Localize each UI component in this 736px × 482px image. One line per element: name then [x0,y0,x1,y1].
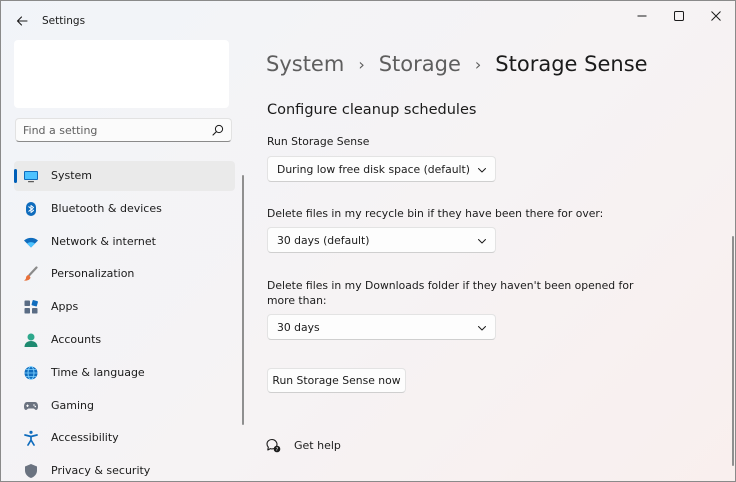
chevron-right-icon: › [358,54,365,74]
apps-icon [24,300,38,314]
sidebar-item-label: Accessibility [51,431,119,445]
dropdown-value: During low free disk space (default) [277,163,470,176]
sidebar-nav: System Bluetooth & devices Network & int… [14,161,235,481]
sidebar-item-apps[interactable]: Apps [14,292,235,322]
downloads-label-continued: more than: [267,294,327,307]
back-button[interactable] [11,10,33,32]
chevron-down-icon [478,239,486,244]
accounts-icon [24,333,38,347]
system-icon [24,171,38,183]
gamepad-icon [24,401,38,410]
sidebar-item-network[interactable]: Network & internet [14,227,235,257]
get-help-label: Get help [294,438,341,452]
search-box[interactable] [15,118,232,142]
downloads-dropdown[interactable]: 30 days [267,314,496,340]
search-icon[interactable] [212,124,224,136]
sidebar-item-label: Gaming [51,398,94,412]
search-input[interactable] [23,122,203,138]
app-title: Settings [42,15,86,27]
sidebar-scrollbar[interactable] [242,175,244,425]
content-scrollbar[interactable] [732,236,734,466]
sidebar-item-gaming[interactable]: Gaming [14,391,235,421]
breadcrumb-storage[interactable]: Storage [379,52,461,76]
sidebar-item-bluetooth[interactable]: Bluetooth & devices [14,194,235,224]
svg-text:?: ? [276,447,279,453]
title-bar: Settings [1,1,735,41]
sidebar-item-accessibility[interactable]: Accessibility [14,423,235,453]
globe-icon [24,365,38,380]
get-help-link[interactable]: ? Get help [266,436,341,454]
shield-icon [25,464,37,479]
minimize-icon [637,15,647,17]
chevron-right-icon: › [474,54,482,74]
run-storage-sense-dropdown[interactable]: During low free disk space (default) [267,156,496,182]
section-title: Configure cleanup schedules [267,102,477,118]
run-storage-sense-now-button[interactable]: Run Storage Sense now [267,368,406,393]
sidebar-item-privacy-security[interactable]: Privacy & security [14,456,235,481]
dropdown-value: 30 days (default) [277,234,370,247]
sidebar-item-label: System [51,169,93,182]
chevron-down-icon [478,326,486,331]
sidebar-item-label: Personalization [51,267,135,281]
brush-icon [24,266,38,282]
sidebar-item-label: Network & internet [51,234,156,248]
minimize-button[interactable] [625,5,659,27]
wifi-icon [24,237,38,248]
maximize-button[interactable] [662,5,696,27]
breadcrumb: System › Storage › Storage Sense [266,49,648,79]
chevron-down-icon [478,168,486,173]
downloads-label: Delete files in my Downloads folder if t… [267,279,634,292]
bluetooth-icon [26,201,36,216]
close-button[interactable] [699,5,733,27]
dropdown-value: 30 days [277,321,320,334]
sidebar-item-time-language[interactable]: Time & language [14,358,235,388]
help-chat-icon: ? [266,438,281,453]
sidebar-item-accounts[interactable]: Accounts [14,325,235,355]
sidebar-item-label: Privacy & security [51,464,151,478]
sidebar-item-label: Accounts [51,332,102,346]
sidebar-item-label: Time & language [51,365,145,379]
close-icon [711,11,721,21]
sidebar-item-system[interactable]: System [14,161,235,191]
sidebar-item-personalization[interactable]: Personalization [14,259,235,289]
maximize-icon [674,11,684,21]
accessibility-icon [24,431,38,447]
recycle-bin-label: Delete files in my recycle bin if they h… [267,207,604,220]
sidebar-item-label: Bluetooth & devices [51,201,162,215]
sidebar-item-label: Apps [51,300,79,314]
settings-window: Settings Find a setting System Bluetooth… [0,0,736,482]
back-arrow-icon [16,16,28,26]
recycle-bin-dropdown[interactable]: 30 days (default) [267,227,496,253]
user-profile-card[interactable] [14,40,229,108]
page-title: Storage Sense [495,52,648,76]
run-storage-sense-label: Run Storage Sense [267,135,370,148]
breadcrumb-system[interactable]: System [266,52,344,76]
